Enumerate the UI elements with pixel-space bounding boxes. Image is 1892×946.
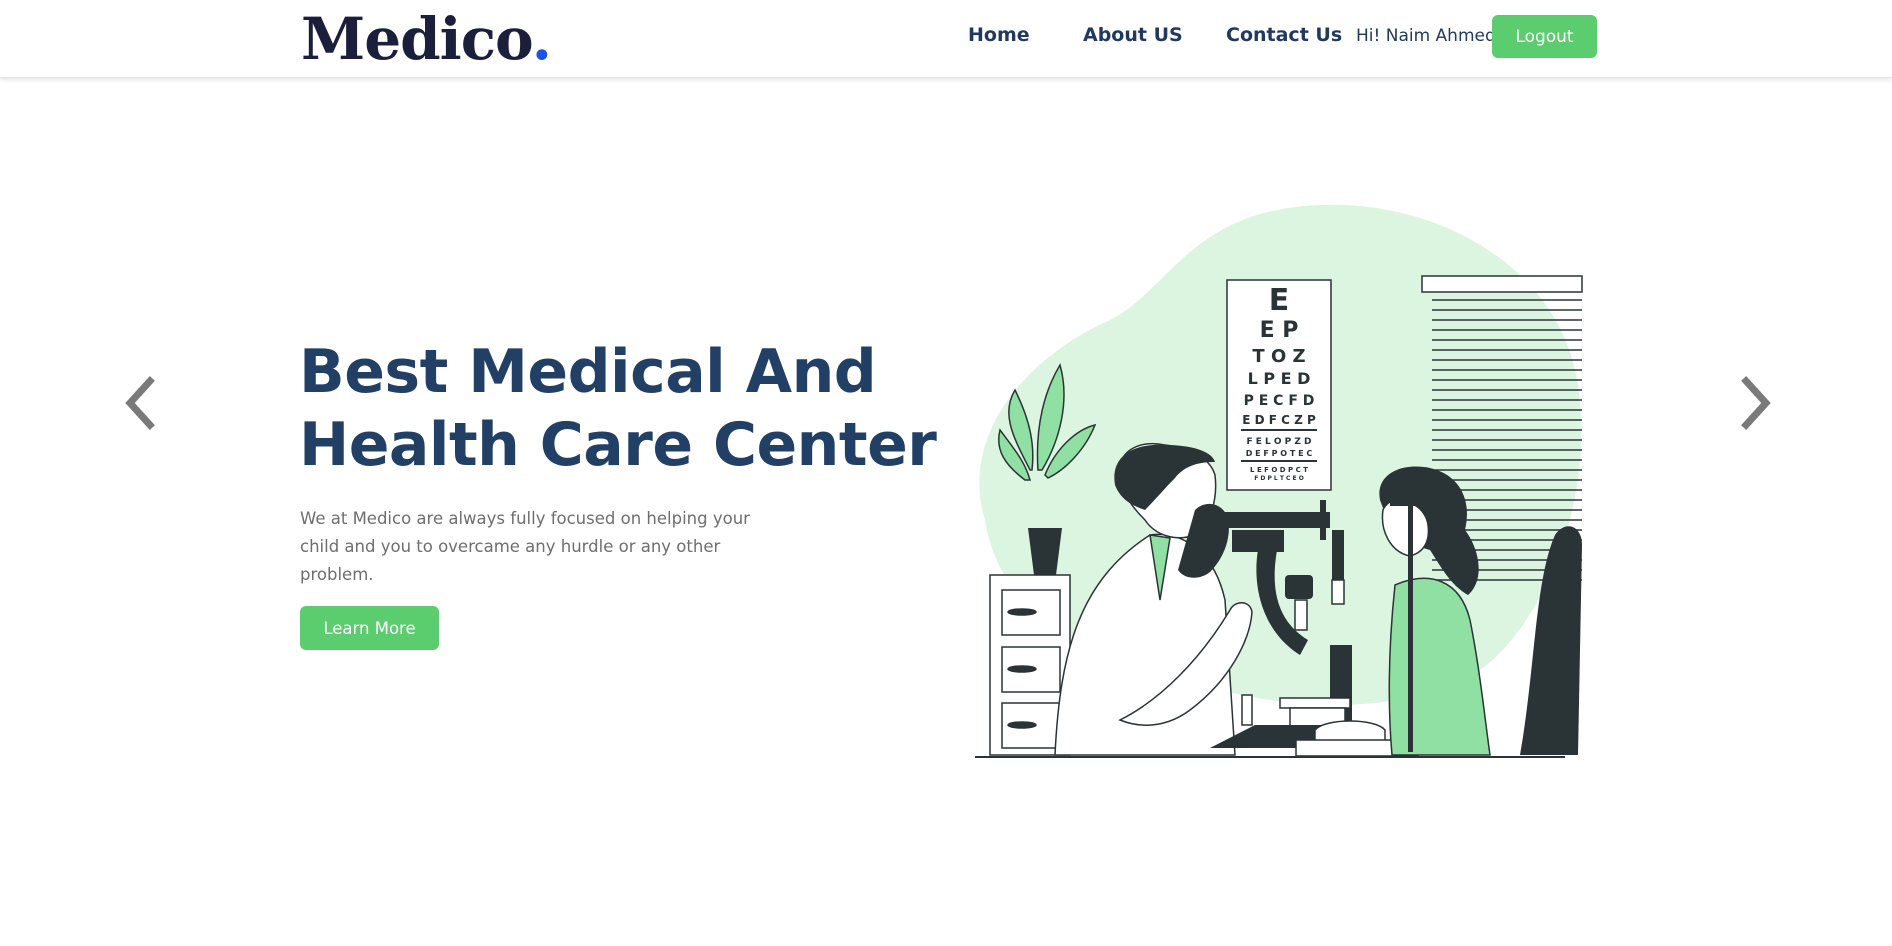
logo-text: Medico (301, 5, 533, 73)
site-header: Medico. Home About US Contact Us Hi! Nai… (0, 0, 1892, 78)
eye-chart-row: E D F C Z P (1242, 413, 1316, 427)
eye-chart-row: D E F P O T E C (1246, 449, 1313, 458)
logo-dot: . (531, 5, 552, 73)
hero-description: We at Medico are always fully focused on… (300, 509, 750, 584)
learn-more-button[interactable]: Learn More (300, 606, 439, 650)
logo[interactable]: Medico. (301, 5, 552, 73)
eye-chart-row: E (1269, 283, 1290, 318)
eye-chart: E E P T O Z L P E D P E C F D E D F C Z … (1226, 279, 1332, 491)
carousel-next-button[interactable] (1736, 373, 1776, 433)
hero-title-line2: Health Care Center (299, 410, 937, 480)
nav-contact-link[interactable]: Contact Us (1226, 24, 1342, 46)
hero-title: Best Medical And Health Care Center (299, 336, 939, 482)
nav-about-link[interactable]: About US (1083, 24, 1183, 46)
eye-chart-row: T O Z (1252, 346, 1305, 367)
chevron-right-icon (1741, 376, 1771, 430)
eye-exam-illustration: E E P T O Z L P E D P E C F D E D F C Z … (975, 204, 1583, 758)
eye-chart-row: L P E D (1248, 369, 1311, 388)
eye-chart-row: L E F O D P C T (1250, 466, 1308, 474)
carousel-prev-button[interactable] (120, 373, 160, 433)
eye-chart-row: P E C F D (1244, 393, 1315, 409)
chevron-left-icon (125, 376, 155, 430)
eye-chart-row: E P (1260, 318, 1299, 343)
nav-home-link[interactable]: Home (968, 24, 1030, 46)
user-greeting: Hi! Naim Ahmed (1356, 26, 1496, 46)
eye-chart-row: F E L O P Z D (1246, 437, 1311, 447)
hero-title-line1: Best Medical And (299, 337, 877, 407)
logout-button[interactable]: Logout (1492, 15, 1597, 58)
eye-chart-row: F D P L T C E O (1254, 475, 1304, 482)
